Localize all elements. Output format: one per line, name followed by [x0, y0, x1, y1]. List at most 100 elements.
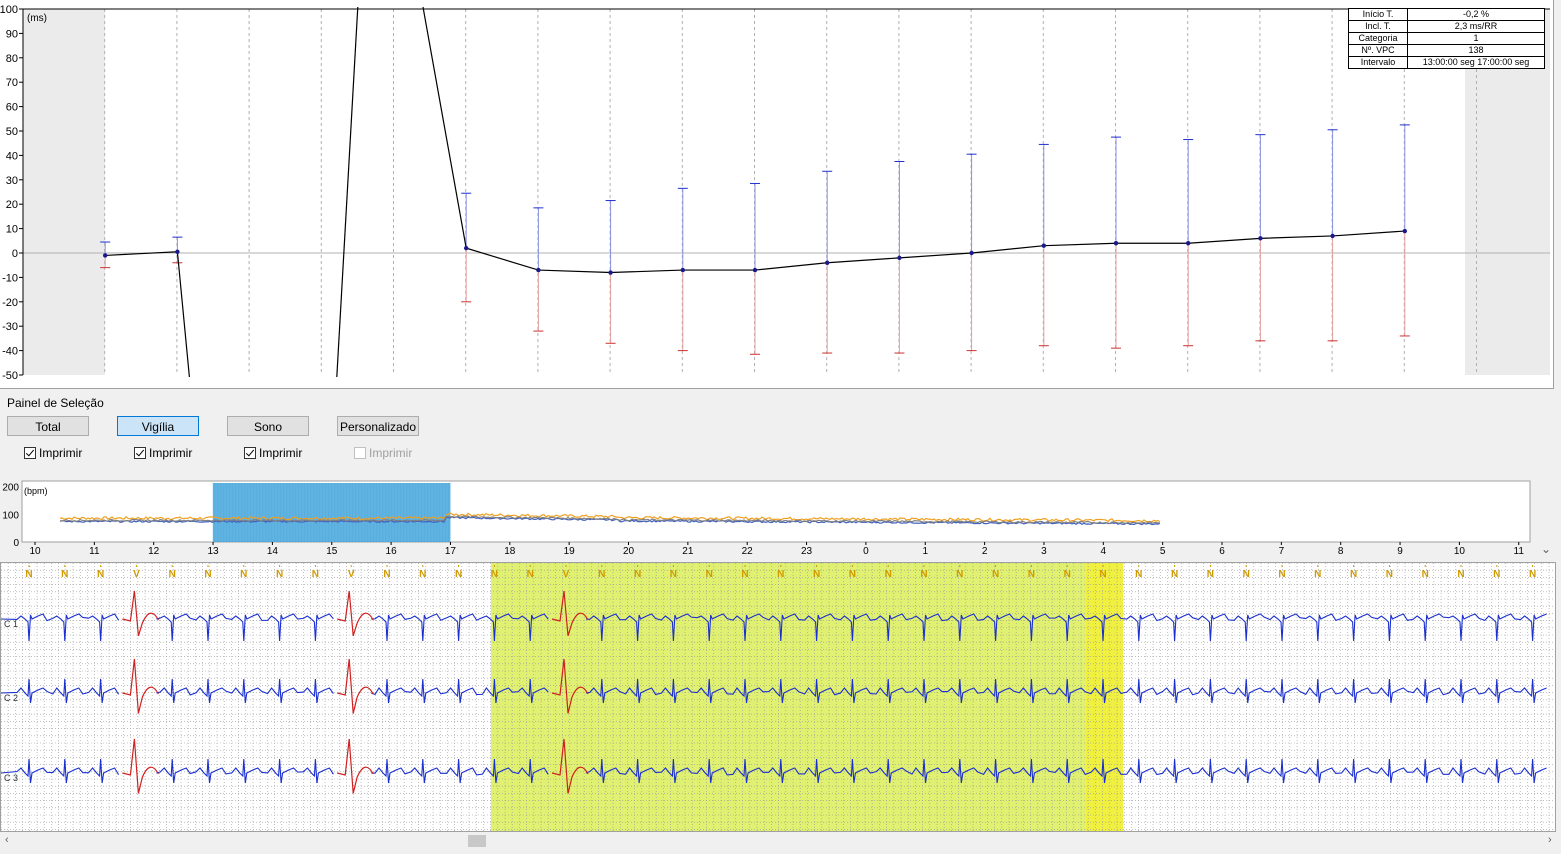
vigilia-button[interactable]: Vigília: [117, 416, 199, 436]
qt-trend-chart-panel: 100 90 80 70 60 50 40 30 20 10 0 -10 -20 -30 -40 -50 (ms…: [0, 0, 1554, 389]
y-tick-label: -50: [2, 370, 18, 382]
trend-x-tick-label: 4: [1101, 546, 1107, 557]
stats-row: Incl. T. 2,3 ms/RR: [1348, 20, 1545, 33]
data-point: [1186, 241, 1191, 246]
trend-x-tick-label: 3: [1041, 546, 1047, 557]
trend-x-tick-label: 14: [267, 546, 279, 557]
print-checkbox-vigilia[interactable]: Imprimir: [134, 446, 192, 460]
beat-label: N: [777, 569, 784, 580]
print-checkbox-personalizado: Imprimir: [354, 446, 412, 460]
y-tick-label: 30: [6, 175, 18, 187]
print-checkbox-sono[interactable]: Imprimir: [244, 446, 302, 460]
beat-label: N: [240, 569, 247, 580]
heart-rate-trend-chart[interactable]: 2001000(bpm)10 11 12 13 14 15 16 17 18 19 20 21 22 23…: [0, 476, 1561, 560]
data-point: [969, 250, 974, 256]
qt-trend-chart[interactable]: 1009080706050403020100-10-20-30-40-50(ms…: [0, 0, 1553, 388]
total-button[interactable]: Total: [7, 416, 89, 436]
print-label: Imprimir: [149, 446, 193, 460]
trend-unit-label: (bpm): [24, 486, 48, 496]
trend-x-tick-label: 13: [207, 546, 219, 557]
spike-rise: [336, 6, 359, 378]
channel-label: C 2: [4, 693, 18, 703]
mean-line-right: [422, 6, 1405, 274]
y-unit-label: (ms): [27, 13, 47, 24]
print-label: Imprimir: [39, 446, 83, 460]
ecg-trace-ectopic: [337, 658, 374, 714]
stats-row: Intervalo 13:00:00 seg 17:00:00 seg: [1348, 56, 1545, 69]
checkbox-icon: [24, 447, 36, 459]
scroll-right-icon[interactable]: ›: [1548, 834, 1552, 846]
data-point: [1330, 233, 1335, 239]
trend-y-tick-label: 100: [2, 510, 19, 521]
y-tick-label: 0: [12, 248, 18, 260]
y-tick-label: 60: [6, 102, 18, 114]
beat-label: N: [1350, 569, 1357, 580]
selection-panel: Painel de Seleção Total Vigília Sono Per…: [0, 389, 1561, 474]
data-point: [536, 267, 541, 273]
data-point: [103, 253, 108, 258]
data-point: [175, 249, 180, 254]
stats-value: 1: [1407, 32, 1545, 45]
beat-label: N: [1314, 569, 1321, 580]
ecg-strip-panel: NNNVNNNNNVNNNNNVNNNNNNNNNNNNNNNNNNNNNNNN…: [0, 562, 1556, 832]
beat-label: N: [920, 569, 927, 580]
trend-y-tick-label: 200: [2, 483, 19, 494]
trend-x-tick-label: 5: [1160, 546, 1166, 557]
data-point: [1258, 236, 1263, 241]
trend-x-tick-label: 9: [1397, 546, 1403, 557]
personalizado-button[interactable]: Personalizado: [337, 416, 419, 436]
y-tick-label: 80: [6, 53, 18, 65]
horizontal-scrollbar[interactable]: ‹ ›: [0, 832, 1561, 850]
beat-label: N: [1278, 569, 1285, 580]
beat-label: N: [849, 569, 856, 580]
beat-label: N: [992, 569, 999, 580]
print-label: Imprimir: [259, 446, 303, 460]
y-tick-label: 70: [6, 77, 18, 89]
y-tick-label: 10: [6, 224, 18, 236]
print-checkbox-total[interactable]: Imprimir: [24, 446, 82, 460]
beat-label: N: [1243, 569, 1250, 580]
stats-row: Categoria 1: [1348, 32, 1545, 45]
data-point: [752, 267, 758, 273]
y-tick-label: 40: [6, 150, 18, 162]
beat-label: N: [455, 569, 462, 580]
beat-label: V: [133, 569, 140, 580]
print-label: Imprimir: [369, 446, 413, 460]
beat-label: N: [1493, 569, 1500, 580]
scroll-thumb[interactable]: [468, 835, 486, 847]
heart-rate-trend-panel: 200 100 0 (bpm) 10 11 12 13 14 15 16 17 18 19 20 21 22 23…: [0, 476, 1561, 560]
ecg-strip[interactable]: NNNVNNNNNVNNNNNVNNNNNNNNNNNNNNNNNNNNNNNN…: [1, 563, 1555, 831]
beat-label: N: [1386, 569, 1393, 580]
trend-x-tick-label: 6: [1219, 546, 1225, 557]
beat-label: N: [1028, 569, 1035, 580]
beat-label: N: [1171, 569, 1178, 580]
data-point: [1041, 243, 1047, 248]
stats-label: Início T.: [1348, 8, 1408, 21]
beat-label: N: [670, 569, 677, 580]
trend-x-tick-label: 22: [742, 546, 754, 557]
beat-label: N: [1457, 569, 1464, 580]
stats-value: 138: [1407, 44, 1545, 57]
beat-label: N: [634, 569, 641, 580]
trend-x-tick-label: 0: [863, 546, 869, 557]
scroll-left-icon[interactable]: ‹: [5, 834, 9, 846]
trend-x-tick-label: 11: [1514, 546, 1525, 557]
trend-x-tick-label: 12: [148, 546, 160, 557]
beat-label: N: [885, 569, 892, 580]
selection-panel-title: Painel de Seleção: [7, 396, 104, 410]
data-point: [1402, 228, 1408, 234]
stats-value: 2,3 ms/RR: [1407, 20, 1545, 33]
channel-label: C 1: [4, 619, 18, 629]
beat-label: N: [1422, 569, 1429, 580]
beat-label: N: [1207, 569, 1214, 580]
trend-x-tick-label: 15: [326, 546, 338, 557]
stats-label: Nº. VPC: [1348, 44, 1408, 57]
beat-label: N: [741, 569, 748, 580]
y-tick-label: -40: [2, 346, 18, 358]
stats-value: 13:00:00 seg 17:00:00 seg: [1407, 56, 1545, 69]
ecg-trace-ectopic: [122, 658, 159, 714]
beat-label: N: [1099, 569, 1106, 580]
trend-x-tick-label: 17: [445, 546, 457, 557]
trend-x-tick-label: 18: [504, 546, 516, 557]
sono-button[interactable]: Sono: [227, 416, 309, 436]
